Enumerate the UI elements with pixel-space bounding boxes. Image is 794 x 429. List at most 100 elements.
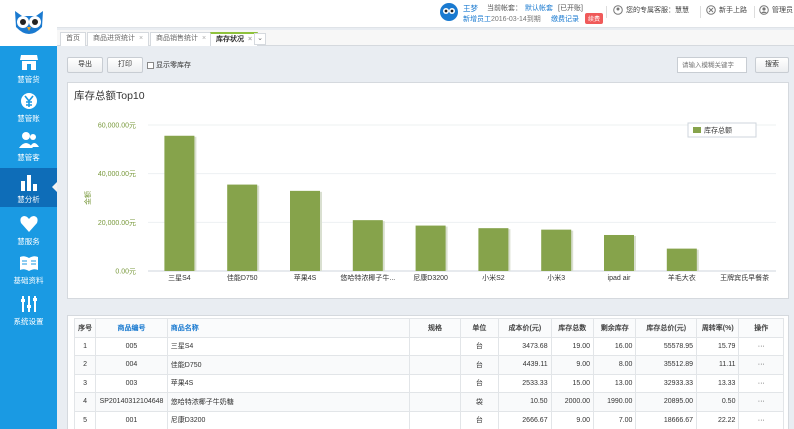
user-name[interactable]: 王梦	[463, 3, 478, 14]
table-row[interactable]: 3 003 苹果4S 台 2533.33 15.00 13.00 32933.33 13.33 ·…	[73, 373, 784, 393]
cell-unit: 台	[459, 336, 500, 356]
table-row[interactable]: 2 004 佳能D750 台 4439.11 9.00 8.00 35512.89 11.11 ·…	[73, 355, 784, 375]
bar	[290, 190, 320, 271]
sidebar-item-settings[interactable]: 系统设置	[0, 290, 57, 329]
col-actions: 操作	[738, 318, 784, 338]
payment-record-link[interactable]: 缴费记录	[551, 14, 579, 24]
col-code[interactable]: 商品编号	[95, 318, 168, 338]
store-icon	[19, 55, 38, 70]
col-spec: 规格	[409, 318, 461, 338]
tab-label: 库存状况	[216, 36, 244, 43]
cell-total-value: 20895.00	[635, 392, 698, 412]
divider	[700, 6, 701, 18]
bar	[666, 248, 697, 271]
app-logo	[0, 0, 57, 46]
bar	[227, 184, 258, 271]
more-actions-button[interactable]: ···	[738, 392, 784, 412]
service-link[interactable]: 您的专属客服：慧慧	[613, 5, 689, 15]
newbie-guide-link[interactable]: 新手上路	[706, 5, 747, 15]
checkbox-box[interactable]	[147, 61, 154, 69]
sidebar-item-customers[interactable]: 慧管客	[0, 126, 57, 165]
tab-inventory-status[interactable]: 库存状况 ×	[210, 32, 259, 46]
cell-total-stock: 9.00	[550, 410, 595, 429]
tab-bar: 首页 商品进货统计 × 商品销售统计 × 库存状况 × ⌄	[57, 30, 794, 46]
cell-code: 003	[95, 373, 168, 393]
table-row[interactable]: 5 001 尼康D3200 台 2666.67 9.00 7.00 18666.67 22.22…	[73, 410, 784, 429]
top-header: 王梦 当前帐套： 默认帐套 [已开账] 新增员工 2016-03-14到期 缴费…	[57, 0, 794, 28]
cell-cost: 3473.68	[498, 336, 552, 356]
more-actions-button[interactable]: ···	[738, 355, 784, 375]
tab-label: 首页	[66, 35, 80, 42]
cell-remaining-stock: 16.00	[593, 336, 637, 356]
sidebar-item-label: 慧分析	[17, 195, 40, 204]
col-name[interactable]: 商品名称	[166, 318, 411, 338]
cell-code: SP20140312104648	[95, 392, 168, 412]
more-actions-button[interactable]: ···	[738, 410, 784, 429]
sidebar-item-goods[interactable]: 慧管货	[0, 48, 57, 87]
cell-name: 佳能D750	[166, 355, 411, 375]
renew-badge[interactable]: 续费	[585, 13, 604, 24]
legend-label: 库存总额	[704, 126, 732, 135]
cell-index: 3	[73, 373, 97, 393]
cell-turnover: 22.22	[696, 410, 740, 429]
cell-code: 004	[95, 355, 168, 375]
col-total-value: 库存总价(元)	[635, 318, 698, 338]
cell-unit: 台	[459, 410, 500, 429]
cell-name: 尼康D3200	[166, 410, 411, 429]
cell-total-value: 32933.33	[635, 373, 698, 393]
sidebar: 慧管货 慧管账 慧管客 慧分析 慧服务 基础资料 系统设置	[0, 0, 57, 429]
table-header-row: 序号 商品编号 商品名称 规格 单位 成本价(元) 库存总数 剩余库存 库存总价…	[73, 318, 784, 338]
col-unit: 单位	[459, 318, 500, 338]
account-value[interactable]: 默认帐套	[525, 3, 553, 13]
cell-index: 4	[73, 392, 97, 412]
cell-code: 001	[95, 410, 168, 429]
search-input[interactable]	[677, 57, 747, 73]
more-actions-button[interactable]: ···	[738, 336, 784, 356]
sidebar-item-analysis[interactable]: 慧分析	[0, 168, 57, 207]
more-actions-button[interactable]: ···	[738, 373, 784, 393]
tab-purchase-stats[interactable]: 商品进货统计 ×	[87, 32, 150, 46]
close-icon[interactable]: ×	[139, 35, 143, 42]
bar-chart-icon	[20, 175, 37, 191]
cell-remaining-stock: 13.00	[593, 373, 637, 393]
checkbox-label: 显示零库存	[156, 62, 191, 69]
cell-unit: 台	[459, 355, 500, 375]
cell-name: 三星S4	[166, 336, 411, 356]
admin-link[interactable]: 管理员	[759, 5, 793, 15]
x-tick-label: 尼康D3200	[413, 273, 448, 282]
x-tick-label: 小米S2	[482, 273, 505, 282]
table-panel: 序号 商品编号 商品名称 规格 单位 成本价(元) 库存总数 剩余库存 库存总价…	[67, 315, 789, 429]
y-tick-label: 20,000.00元	[98, 219, 136, 227]
y-axis-label: 金额	[83, 191, 92, 205]
sidebar-item-accounts[interactable]: 慧管账	[0, 87, 57, 126]
x-tick-label: 悠哈特浓椰子牛...	[340, 273, 395, 282]
x-tick-label: 小米3	[547, 273, 565, 282]
cell-spec	[409, 336, 461, 356]
sidebar-item-service[interactable]: 慧服务	[0, 210, 57, 249]
search-button[interactable]: 搜索	[755, 57, 789, 73]
cell-spec	[409, 410, 461, 429]
cell-name: 苹果4S	[166, 373, 411, 393]
sidebar-item-label: 慧管账	[17, 114, 40, 123]
col-index: 序号	[73, 318, 97, 338]
close-circle-icon	[706, 5, 716, 15]
chevron-down-icon[interactable]: ⌄	[254, 33, 266, 45]
cell-remaining-stock: 8.00	[593, 355, 637, 375]
sidebar-item-basic-data[interactable]: 基础资料	[0, 249, 57, 288]
table-row[interactable]: 1 005 三星S4 台 3473.68 19.00 16.00 55578.95 15.79 ·…	[73, 336, 784, 356]
table-row[interactable]: 4 SP20140312104648 悠哈特浓椰子牛奶糖 袋 10.50 2000.00 1…	[73, 392, 784, 412]
x-tick-label: 羊毛大衣	[668, 273, 696, 282]
cell-turnover: 13.33	[696, 373, 740, 393]
show-zero-stock-checkbox[interactable]: 显示零库存	[147, 60, 191, 70]
account-label: 当前帐套：	[487, 5, 522, 12]
print-button[interactable]: 打印	[107, 57, 143, 73]
close-icon[interactable]: ×	[248, 36, 252, 43]
legend-swatch	[693, 127, 701, 133]
x-tick-label: 王牌宾氏早餐茶	[720, 273, 769, 282]
cell-total-value: 35512.89	[635, 355, 698, 375]
tab-sales-stats[interactable]: 商品销售统计 ×	[150, 32, 213, 46]
tab-home[interactable]: 首页	[60, 32, 86, 46]
export-button[interactable]: 导出	[67, 57, 103, 73]
close-icon[interactable]: ×	[202, 35, 206, 42]
avatar[interactable]	[439, 2, 459, 22]
